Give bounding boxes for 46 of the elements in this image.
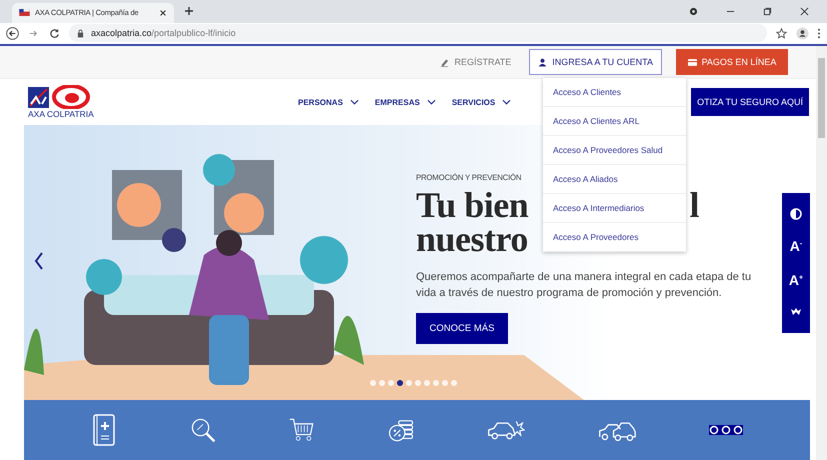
menu-icon[interactable] [817,26,821,40]
nav-menu-item[interactable]: SERVICIOS [452,98,512,106]
logo-icon [28,85,90,109]
dropdown-item[interactable]: Acceso A Clientes ARL [543,107,686,136]
font-size-button[interactable]: A$^{-}$ [790,238,802,254]
hero-heading: l [689,188,699,222]
dropdown-item[interactable]: Acceso A Intermediarios [543,194,686,223]
close-icon[interactable] [159,8,167,17]
hero-heading: nuestro [416,222,528,256]
contrast-icon[interactable] [790,208,802,220]
url-text: axacolpatria.co/portalpublico-lf/inicio [91,28,236,38]
back-icon[interactable] [6,26,19,40]
star-icon[interactable] [775,26,788,40]
book-icon[interactable] [90,414,117,446]
hero-heading: Tu bien [416,188,528,222]
chevron-down-icon [350,99,359,105]
nav-menu-item[interactable]: EMPRESAS [374,98,436,106]
learn-more-button[interactable]: CONOCE MÁS [416,313,508,344]
dropdown-item[interactable]: Acceso A Clientes [543,78,686,107]
restore-icon[interactable] [763,6,772,16]
payments-button[interactable]: PAGOS EN LÍNEA [676,49,788,75]
nav-menu-item[interactable]: PERSONAS [298,98,359,106]
more-icon[interactable] [709,425,744,435]
new-tab-icon[interactable] [184,6,194,16]
pen-icon [440,58,450,66]
close-icon[interactable] [800,6,809,16]
user-icon [538,58,548,66]
dropdown-item[interactable]: Acceso A Proveedores Salud [543,136,686,165]
reload-icon[interactable] [48,26,61,40]
lock-icon [77,28,84,38]
hero-text: Queremos acompañarte de una manera integral en cada etapa de tu vida a través de nuestro programa de promoción y prevención. [416,270,752,301]
register-link[interactable]: REGÍSTRATE [440,57,512,67]
card-icon [688,58,697,66]
chevron-down-icon [426,99,436,105]
record-icon[interactable] [689,6,698,16]
login-button[interactable]: INGRESA A TU CUENTA [529,49,662,75]
flag-icon [19,9,30,16]
logo-text: AXA COLPATRIA [28,109,95,119]
scrollbar[interactable] [816,46,827,460]
dropdown-item[interactable]: Acceso A Proveedores [543,223,686,252]
chevron-down-icon [502,99,512,105]
address-field[interactable]: axacolpatria.co/portalpublico-lf/inicio [69,24,767,42]
quote-button[interactable]: OTIZA TU SEGURO AQUÍ [691,88,809,116]
profile-icon[interactable] [796,26,809,40]
dropdown-item[interactable]: Acceso A Aliados [543,165,686,194]
font-size-button[interactable]: A$^{+}$ [788,272,804,288]
